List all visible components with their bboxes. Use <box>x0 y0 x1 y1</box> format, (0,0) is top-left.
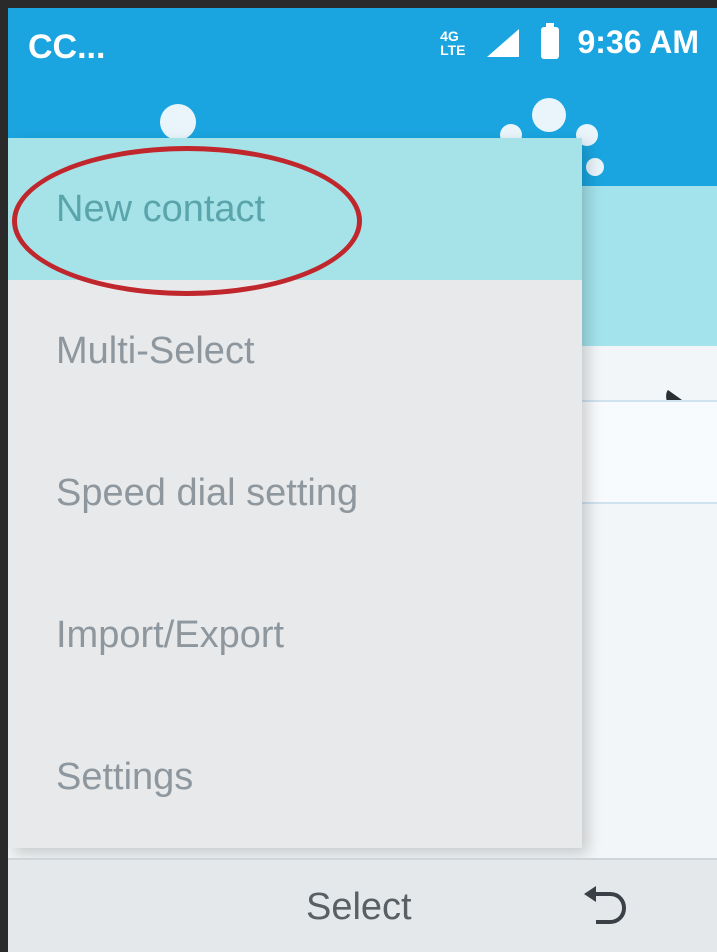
menu-item-label: New contact <box>56 187 266 230</box>
contact-icon[interactable] <box>160 104 196 140</box>
network-type-badge: 4G LTE <box>440 29 465 57</box>
menu-item-settings[interactable]: Settings <box>8 706 582 848</box>
network-type-bottom: LTE <box>440 41 466 58</box>
menu-item-label: Multi-Select <box>56 329 255 372</box>
menu-item-label: Settings <box>56 755 194 798</box>
battery-icon <box>541 22 560 59</box>
menu-item-multi-select[interactable]: Multi-Select <box>8 280 582 422</box>
select-softkey[interactable]: Select <box>306 886 412 929</box>
menu-item-label: Import/Export <box>56 613 285 656</box>
group-icon-dot <box>532 98 566 132</box>
options-menu: New contact Multi-Select Speed dial sett… <box>8 138 582 848</box>
menu-item-new-contact[interactable]: New contact <box>8 138 582 280</box>
network-type-top: 4G <box>440 27 459 44</box>
back-icon[interactable] <box>580 884 628 928</box>
clock: 9:36 AM <box>577 24 699 60</box>
signal-icon <box>487 28 520 57</box>
group-icon-dot <box>586 158 604 176</box>
softkey-bar: Select <box>8 858 717 952</box>
menu-item-import-export[interactable]: Import/Export <box>8 564 582 706</box>
menu-item-speed-dial-setting[interactable]: Speed dial setting <box>8 422 582 564</box>
status-bar: CC... 4G LTE 9:36 AM <box>8 8 717 86</box>
phone-screen: CC... 4G LTE 9:36 AM New contact Multi-S… <box>8 8 717 952</box>
menu-item-label: Speed dial setting <box>56 471 359 514</box>
carrier-name: CC... <box>28 28 106 66</box>
status-indicators: 4G LTE 9:36 AM <box>440 22 699 61</box>
